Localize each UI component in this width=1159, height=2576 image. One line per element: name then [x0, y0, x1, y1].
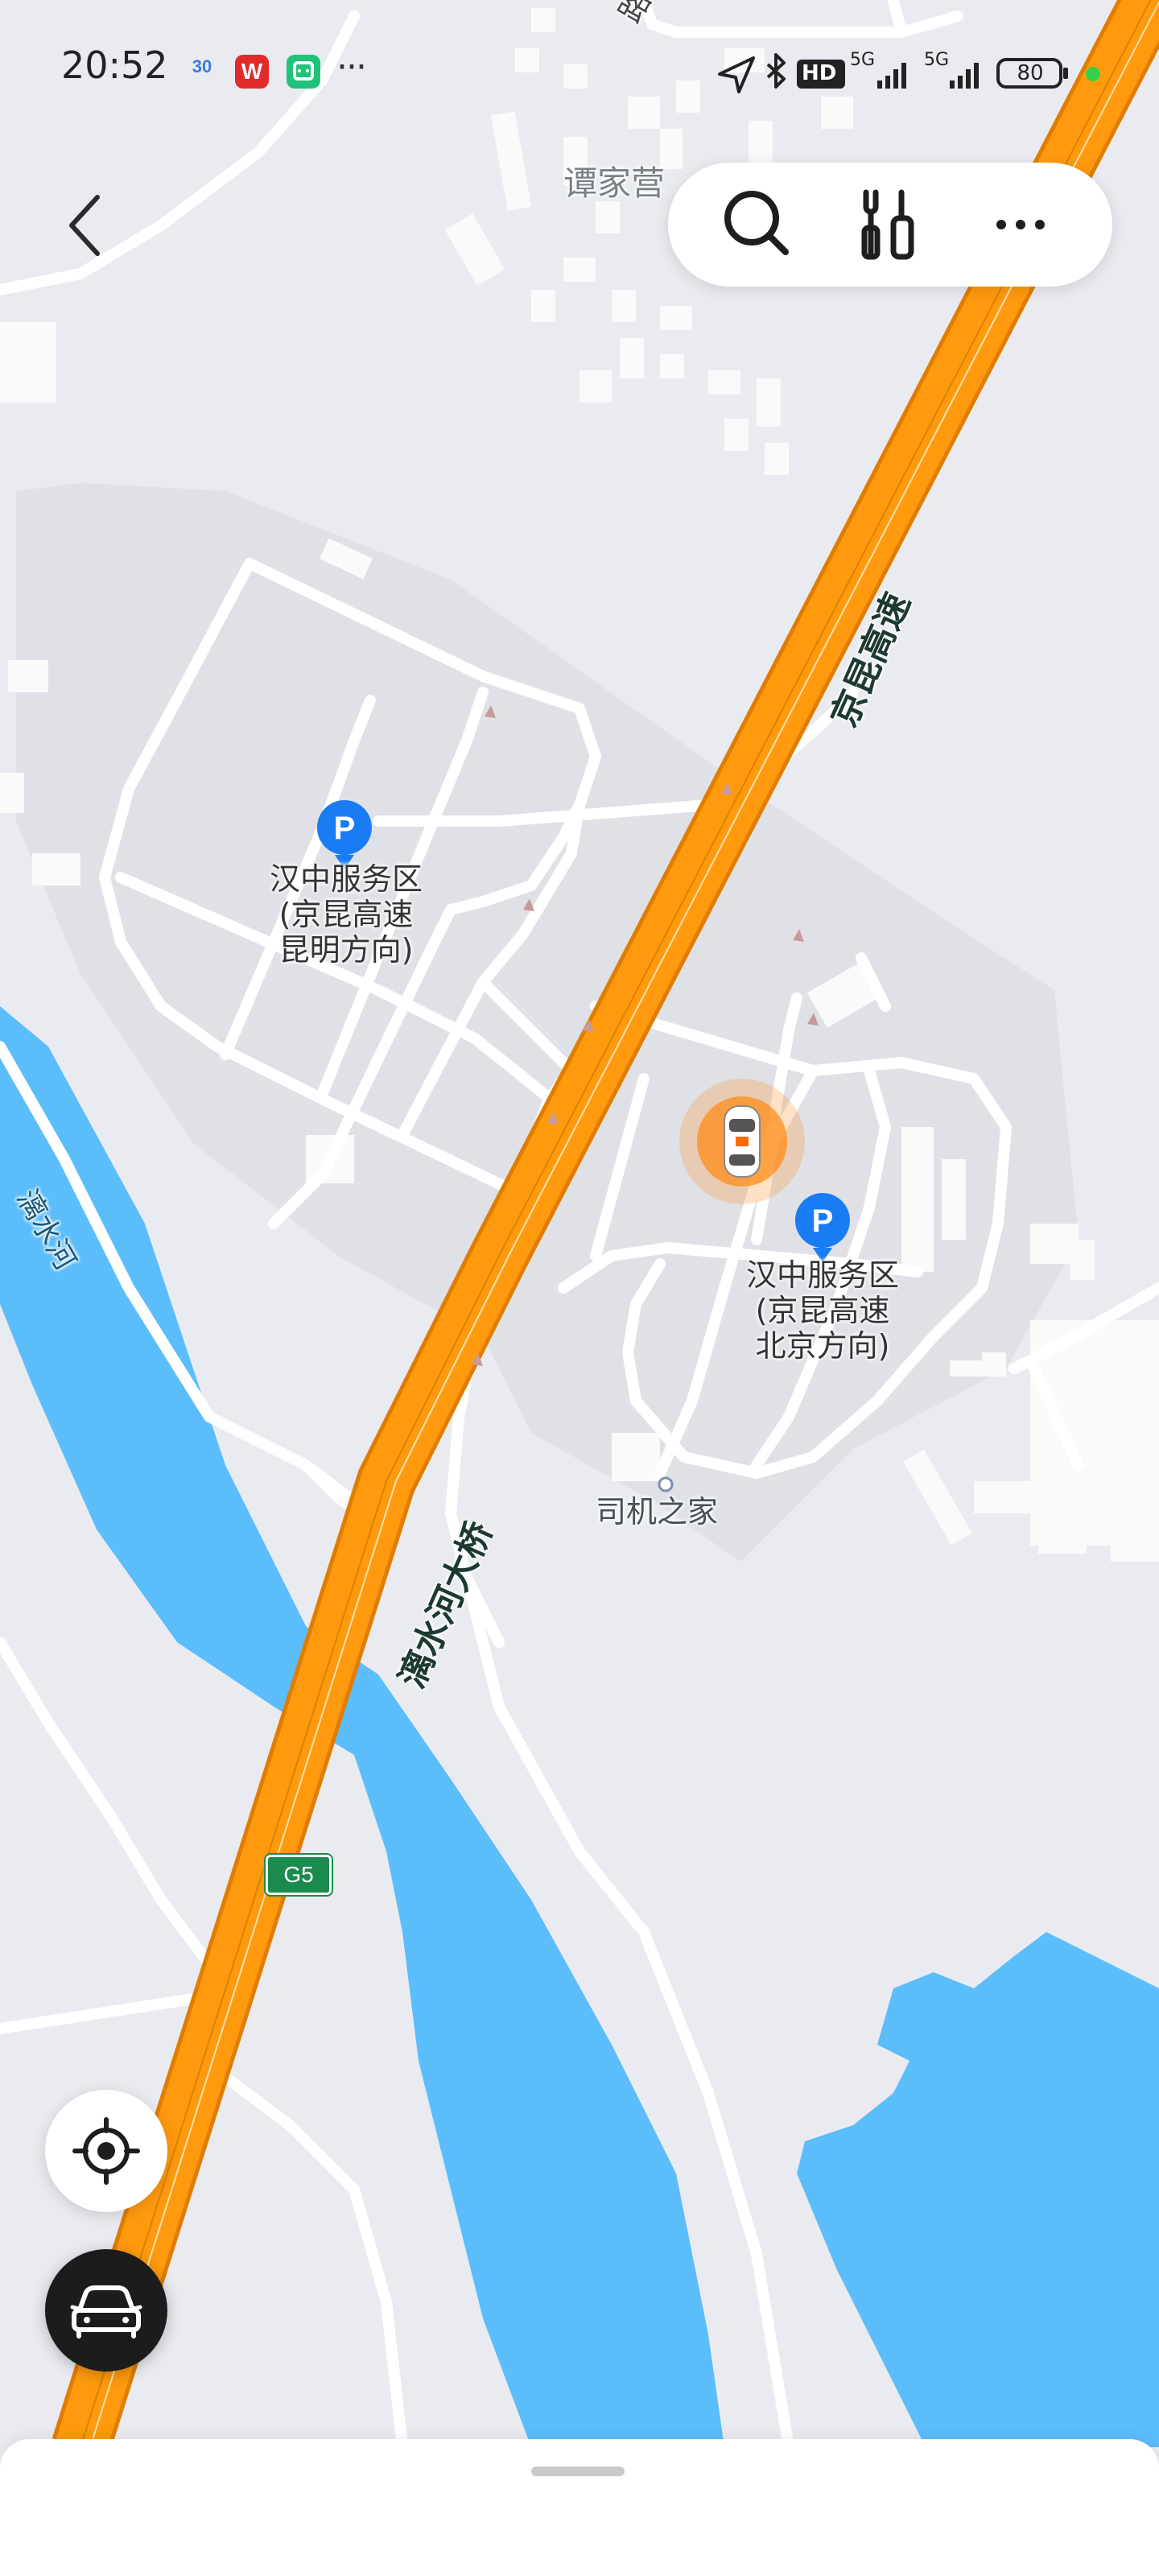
status-more-dots: ···: [336, 47, 367, 88]
chevron-left-icon: [69, 195, 100, 256]
mihome-app-icon: [287, 55, 320, 89]
battery-charging-dot: [1086, 67, 1100, 81]
vehicle-button[interactable]: [45, 2249, 167, 2372]
service-area-west-line2: (京昆高速: [278, 897, 414, 932]
network-label-1: 5G: [850, 50, 876, 70]
car-icon: [70, 2285, 142, 2339]
driver-home-dot: [658, 1476, 674, 1492]
signal-icon-2: [950, 63, 979, 89]
svg-text:P: P: [812, 1203, 834, 1239]
status-time: 20:52: [61, 43, 168, 87]
map-canvas[interactable]: P P: [0, 0, 1159, 2576]
search-icon: [724, 191, 789, 255]
search-button[interactable]: [718, 184, 798, 265]
calendar-app-icon: 30: [192, 56, 212, 76]
bottom-sheet[interactable]: [0, 2439, 1159, 2576]
more-button[interactable]: [980, 184, 1061, 265]
svg-text:P: P: [334, 811, 356, 846]
battery-level: 80: [1017, 61, 1044, 85]
location-arrow-icon: [718, 56, 755, 93]
tools-icon: [861, 189, 914, 260]
service-area-east-label: 汉中服务区 (京昆高速 北京方向): [718, 1257, 927, 1364]
locate-button[interactable]: [45, 2090, 167, 2212]
status-icons-svg: [718, 53, 1100, 93]
service-area-west-line1: 汉中服务区: [269, 861, 423, 897]
more-horizontal-icon: [996, 220, 1045, 229]
back-button[interactable]: [48, 177, 121, 274]
village-label: 谭家营: [563, 163, 666, 203]
service-area-west-label: 汉中服务区 (京昆高速 昆明方向): [241, 861, 451, 968]
crosshair-icon: [72, 2117, 140, 2185]
driver-home-label: 司机之家: [596, 1494, 719, 1530]
status-bar: 20:52 30 W ··· HD 5G 5G 80: [0, 0, 1159, 129]
signal-icon-1: [877, 63, 906, 89]
service-area-east-line3: 北京方向): [755, 1328, 890, 1364]
wps-app-icon: W: [235, 55, 269, 89]
service-area-west-line3: 昆明方向): [278, 932, 414, 968]
sheet-drag-handle[interactable]: [531, 2467, 625, 2476]
highway-shield-g5: G5: [264, 1853, 333, 1897]
status-indicators: HD 5G 5G 80: [716, 50, 1119, 93]
vehicle-location-marker: [679, 1079, 805, 1204]
map-toolbar: [668, 163, 1112, 287]
bluetooth-icon: [766, 53, 786, 89]
tools-button[interactable]: [850, 184, 930, 265]
service-area-east-line2: (京昆高速: [755, 1293, 890, 1328]
service-area-east-line1: 汉中服务区: [745, 1257, 899, 1293]
hd-badge-text: HD: [802, 61, 837, 85]
network-label-2: 5G: [924, 50, 950, 70]
